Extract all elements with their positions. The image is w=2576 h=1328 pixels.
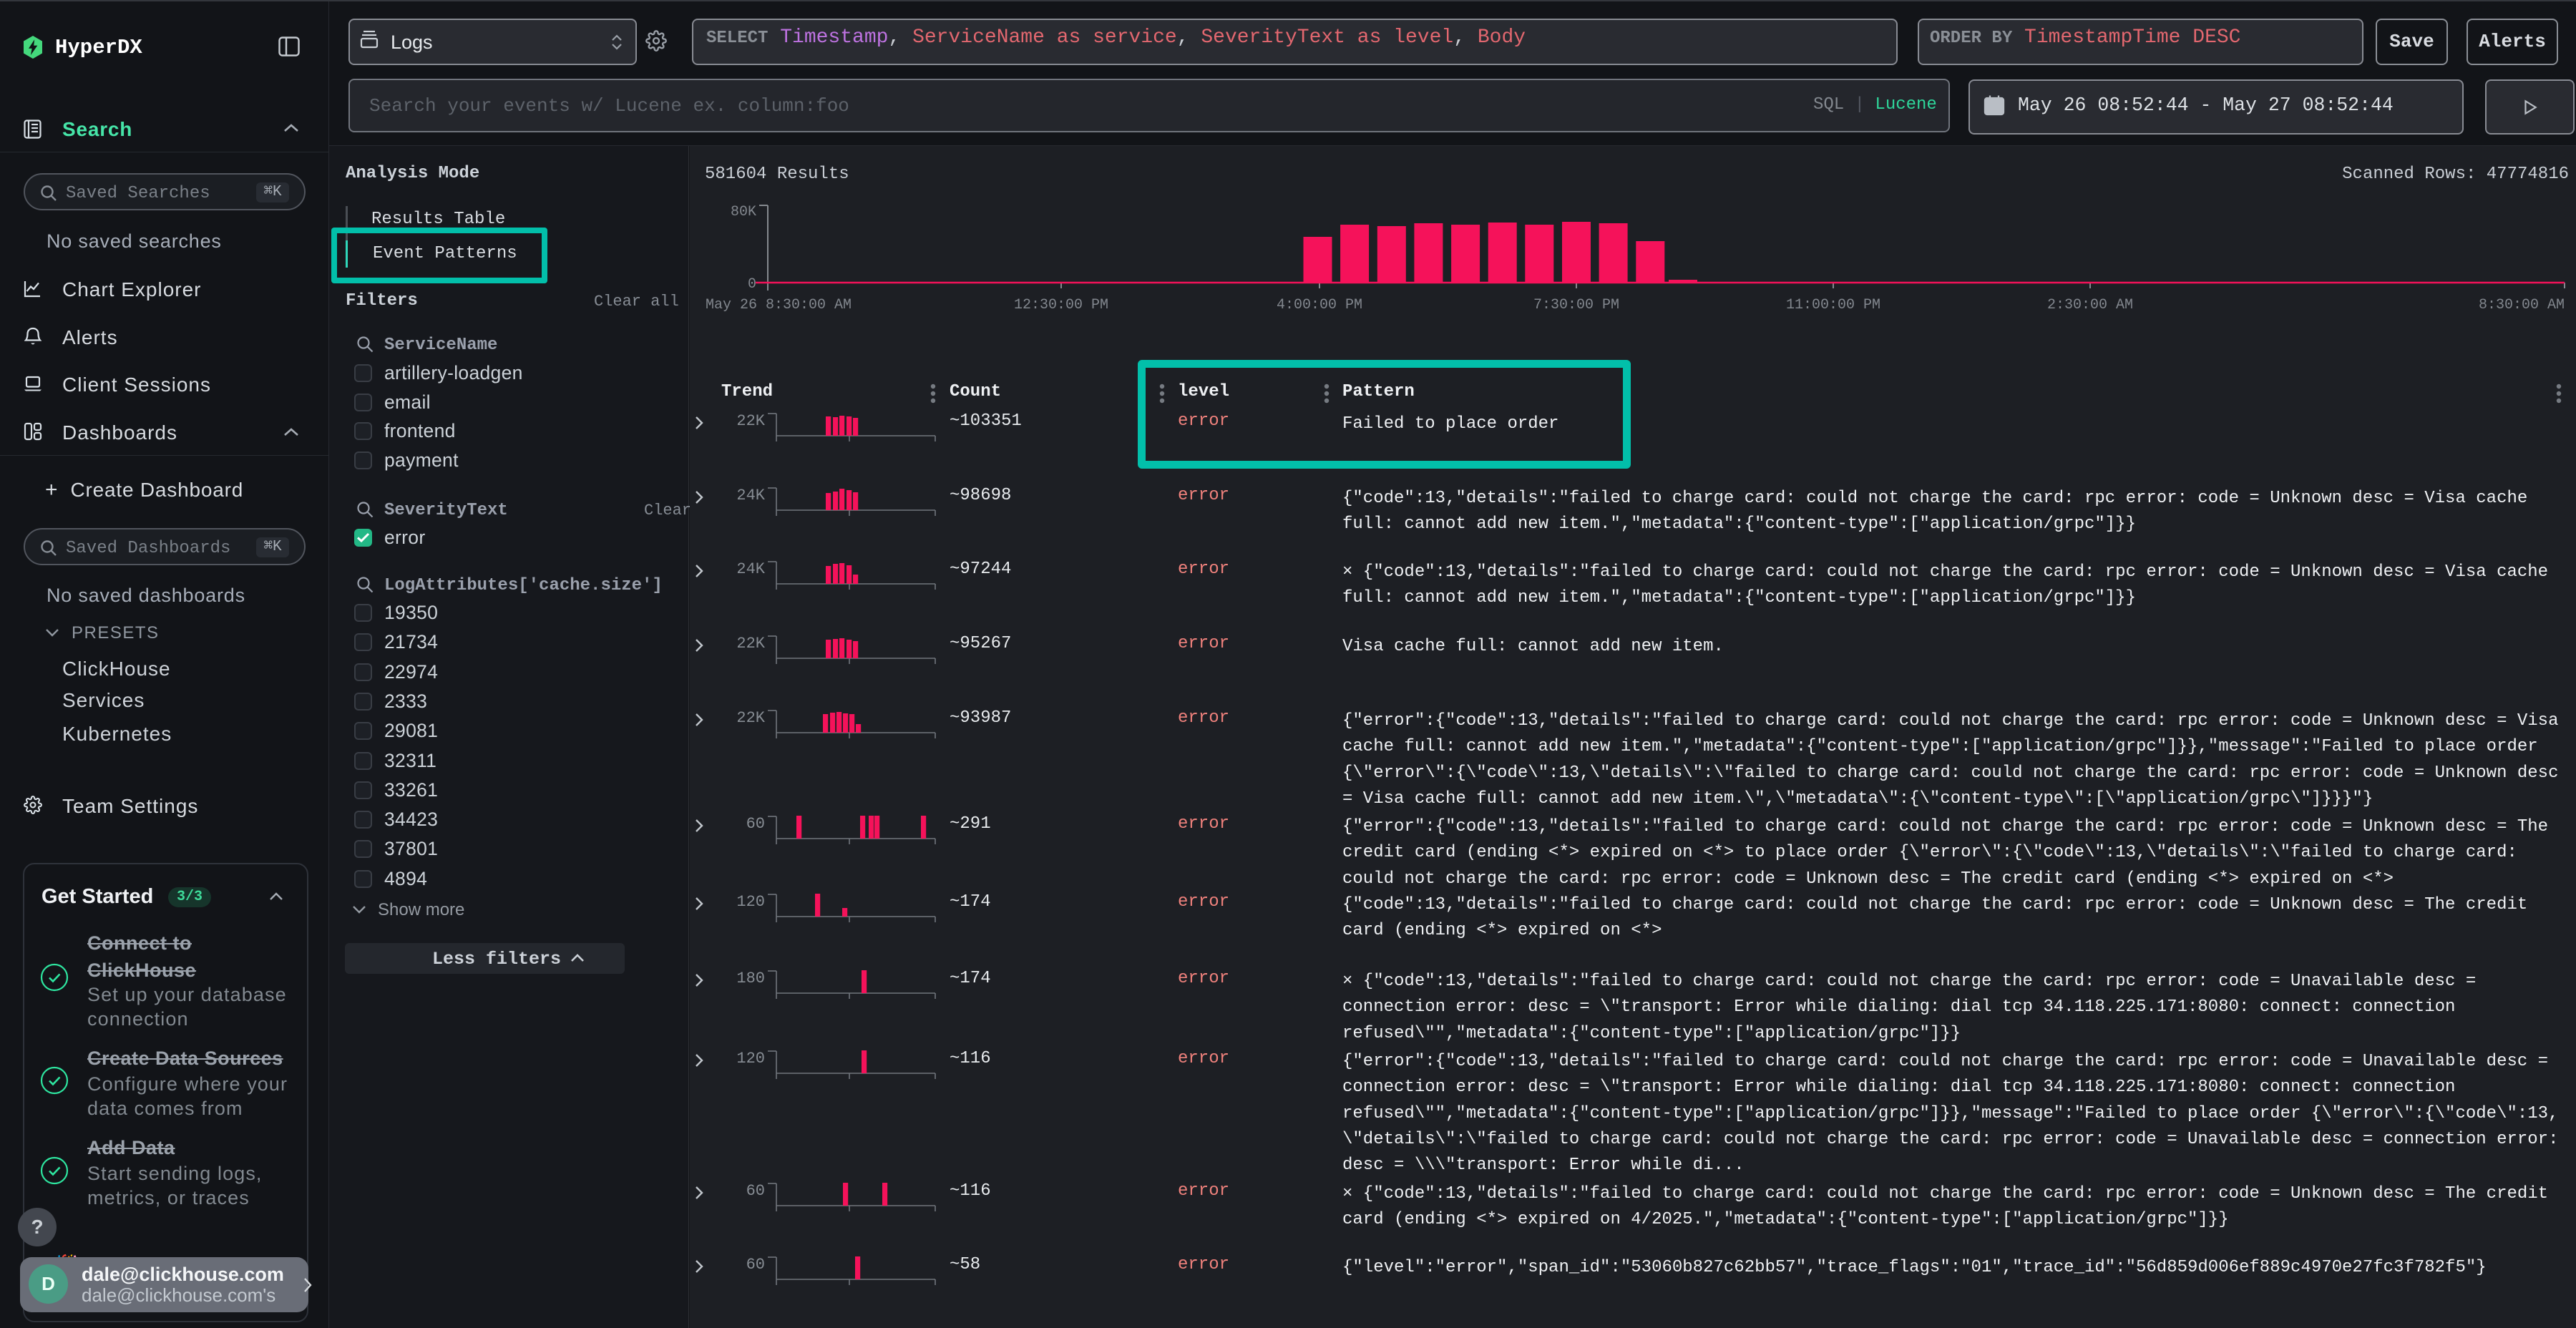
- svg-text:7:30:00 PM: 7:30:00 PM: [1533, 297, 1619, 313]
- svg-text:0: 0: [748, 276, 756, 293]
- svg-text:12:30:00 PM: 12:30:00 PM: [1014, 297, 1108, 313]
- svg-text:4:00:00 PM: 4:00:00 PM: [1277, 297, 1362, 313]
- svg-text:11:00:00 PM: 11:00:00 PM: [1786, 297, 1880, 313]
- svg-text:8:30:00 AM: 8:30:00 AM: [2479, 297, 2565, 313]
- svg-text:2:30:00 AM: 2:30:00 AM: [2047, 297, 2133, 313]
- svg-text:80K: 80K: [731, 204, 756, 220]
- svg-text:May 26 8:30:00 AM: May 26 8:30:00 AM: [706, 297, 852, 313]
